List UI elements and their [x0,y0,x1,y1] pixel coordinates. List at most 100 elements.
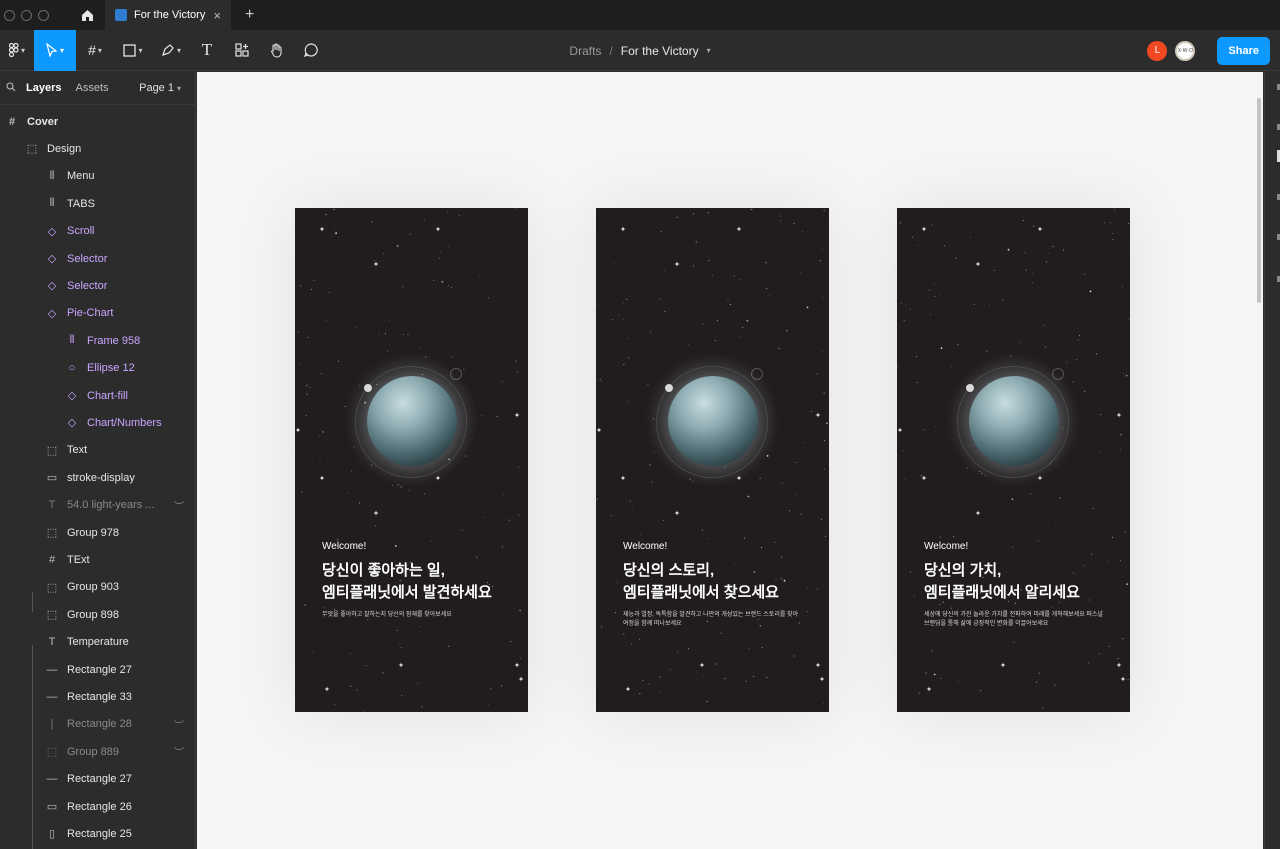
layer-row[interactable]: ⫴ Menu [0,163,195,190]
layer-row[interactable]: ▭ Rectangle 26 [0,793,195,820]
welcome-text: Welcome! [924,541,969,552]
layer-label: Rectangle 25 [67,827,132,840]
headline-line-2: 엠티플래닛에서 알리세요 [924,584,1080,601]
text-tool-button[interactable]: T [190,30,224,71]
rectangle-icon: ▭ [46,472,58,485]
layer-row[interactable]: ◇ Chart/Numbers [0,409,195,436]
layer-label: Text [67,444,88,457]
minimize-window-icon[interactable] [21,9,32,21]
chevron-down-icon[interactable]: ▾ [707,46,711,55]
frame-tool-button[interactable]: # ▾ [76,30,114,71]
comment-tool-button[interactable] [294,30,328,71]
mobile-screen-frame[interactable]: Welcome! 당신의 가치, 엠티플래닛에서 알리세요 세상에 당신의 가진 놀라… [897,208,1130,712]
welcome-text: Welcome! [623,541,668,552]
orbit-ring-small [751,368,763,380]
pen-tool-button[interactable]: ▾ [152,30,190,71]
rectangle-icon [123,43,137,57]
layer-row[interactable]: ◇ Selector [0,245,195,272]
group-dashed-icon: ⬚ [46,527,58,539]
eye-closed-icon[interactable]: ︶ [174,744,184,759]
layer-row[interactable]: ◇ Selector [0,272,195,299]
canvas[interactable]: Welcome! 당신이 좋아하는 일, 엠티플래닛에서 발견하세요 무엇을 좋아하고… [197,72,1263,849]
component-instance-icon: ◇ [47,280,57,293]
headline-line-1: 당신이 좋아하는 일, [322,562,445,579]
resources-button[interactable] [224,30,260,71]
layer-row[interactable]: — Rectangle 27 [0,656,195,683]
layer-row[interactable]: | Rectangle 28 ︶ [0,711,195,738]
planet-illustration [367,376,457,466]
layer-row[interactable]: ⬚ Text [0,437,195,464]
auto-layout-vertical-icon: ⫴ [69,334,75,347]
layer-label: Frame 958 [87,334,141,347]
share-button[interactable]: Share [1217,36,1270,65]
layer-row[interactable]: ⬚ Group 889 ︶ [0,738,195,765]
close-tab-icon[interactable]: × [213,8,221,23]
layer-label: Scroll [67,225,95,238]
layer-label: Ellipse 12 [87,362,135,375]
layer-row[interactable]: ⬚ Group 898 [0,601,195,628]
auto-layout-vertical-icon: ⫴ [49,169,55,182]
avatar-secondary[interactable]: X·W·O [1175,40,1196,61]
comment-icon [304,43,318,57]
home-icon [81,9,93,21]
layer-row[interactable]: ▭ stroke-display [0,464,195,491]
tab-layers[interactable]: Layers [26,82,61,94]
window-controls [4,9,49,21]
chevron-down-icon: ▾ [59,45,64,55]
canvas-scrollbar[interactable] [1257,98,1261,303]
layer-row[interactable]: ○ Ellipse 12 [0,355,195,382]
tab-assets[interactable]: Assets [75,82,108,94]
layer-row[interactable]: ⬚ Group 978 [0,519,195,546]
layer-row[interactable]: ◇ Chart-fill [0,382,195,409]
shape-tool-button[interactable]: ▾ [114,30,152,71]
maximize-window-icon[interactable] [38,9,49,21]
group-dashed-icon: ⬚ [46,444,58,457]
cursor-icon [46,43,58,57]
layer-row[interactable]: ⫴ Frame 958 [0,327,195,354]
planet-illustration [969,376,1059,466]
layer-row[interactable]: # Cover [0,108,195,135]
figma-file-icon [115,9,127,21]
layer-row[interactable]: T Temperature [0,629,195,656]
layer-row[interactable]: ◇ Scroll [0,218,195,245]
layer-row[interactable]: ⬚ Design [0,135,195,162]
hand-tool-button[interactable] [260,30,294,71]
layer-row[interactable]: T 54.0 light-years ... ︶ [0,492,195,519]
mobile-screen-frame[interactable]: Welcome! 당신의 스토리, 엠티플래닛에서 찾으세요 재능과 열정, 독특함을… [596,208,829,712]
file-tab[interactable]: For the Victory × [105,0,231,30]
layer-label: Group 903 [67,581,119,594]
eye-closed-icon[interactable]: ︶ [174,498,184,513]
chevron-down-icon: ▾ [20,45,25,55]
layer-row[interactable]: # TExt [0,546,195,573]
mobile-screen-frame[interactable]: Welcome! 당신이 좋아하는 일, 엠티플래닛에서 발견하세요 무엇을 좋아하고… [295,208,528,712]
new-tab-icon[interactable]: + [245,6,254,24]
layer-row[interactable]: — Rectangle 33 [0,683,195,710]
move-tool-button[interactable]: ▾ [34,29,76,71]
properties-panel [1264,72,1280,849]
headline-line-1: 당신의 가치, [924,562,1002,579]
breadcrumb-file-name[interactable]: For the Victory [621,44,699,58]
layer-label: Chart-fill [87,389,128,402]
layer-row[interactable]: — Rectangle 27 [0,766,195,793]
home-tab[interactable] [69,0,105,30]
layer-row[interactable]: ◇ Pie-Chart [0,300,195,327]
layer-row[interactable]: ⬚ Group 903 [0,574,195,601]
layer-label: Design [47,142,82,155]
moon-dot [665,384,673,392]
layer-row[interactable]: ▯ Rectangle 25 [0,820,195,847]
eye-closed-icon[interactable]: ︶ [174,717,184,732]
close-window-icon[interactable] [4,9,15,21]
text-tool-icon: T [201,40,213,59]
layers-panel-header: Layers Assets Page 1 ▾ [0,72,195,105]
avatar[interactable]: L [1147,40,1168,61]
group-dashed-icon: ⬚ [46,609,58,622]
main-menu-button[interactable]: ▾ [0,30,34,71]
layer-label: TExt [67,553,90,566]
layer-label: Group 978 [67,526,119,539]
layer-row[interactable]: ⫴ TABS [0,190,195,217]
page-selector[interactable]: Page 1 ▾ [139,82,181,94]
hand-icon [270,42,282,58]
search-icon[interactable] [6,81,20,95]
layer-label: Menu [67,170,95,183]
breadcrumb-drafts[interactable]: Drafts [569,44,601,58]
